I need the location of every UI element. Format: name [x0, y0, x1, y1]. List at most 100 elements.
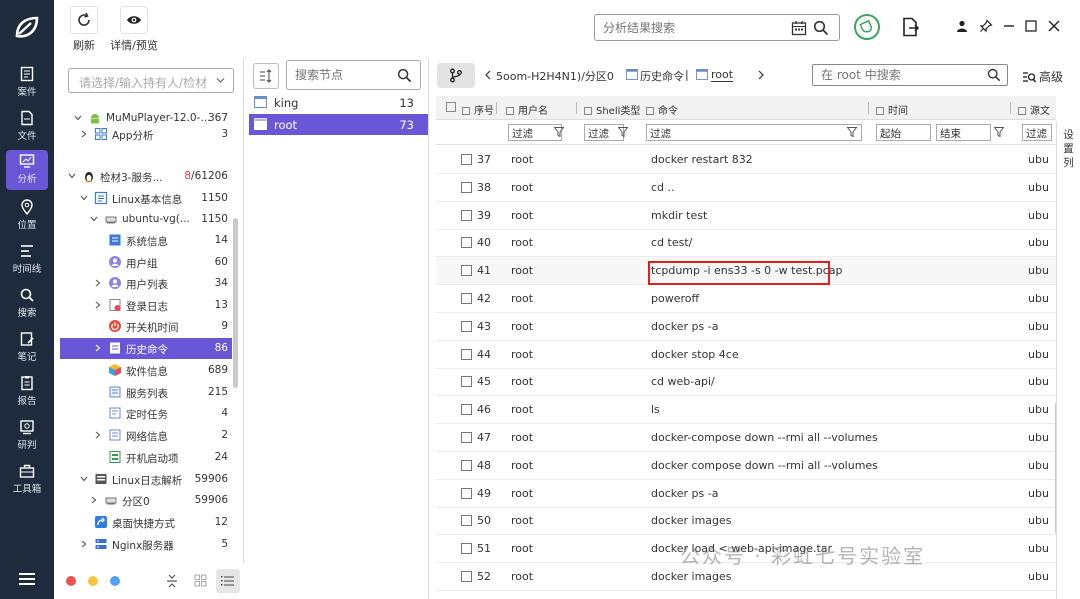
table-row[interactable]: 43 root docker ps -a ubu	[436, 313, 1056, 341]
breadcrumb-part[interactable]: 5oom-H2H4N1)/分区0	[496, 68, 614, 84]
chevron-right-icon[interactable]	[758, 70, 765, 80]
table-row[interactable]: 41 root tcpdump -i ens33 -s 0 -w test.pcap…	[436, 257, 1056, 286]
nav-item-notes[interactable]: 笔记	[6, 328, 48, 368]
row-checkbox[interactable]	[461, 404, 472, 416]
table-row[interactable]: 39 root mkdir test ubu	[436, 202, 1056, 230]
tree-item-network-info[interactable]: 网络信息 2	[60, 425, 232, 446]
nav-item-search[interactable]: 搜索	[6, 284, 48, 324]
calendar-icon[interactable]	[791, 20, 807, 36]
column-divider[interactable]	[1010, 102, 1011, 114]
row-checkbox[interactable]	[461, 293, 472, 304]
nav-item-toolbox[interactable]: 工具箱	[6, 460, 48, 500]
table-search-input[interactable]	[813, 65, 973, 85]
pin-icon[interactable]	[979, 19, 993, 33]
column-divider[interactable]	[576, 102, 577, 114]
tree-item-desktop-shortcuts[interactable]: 桌面快捷方式 12	[60, 512, 232, 533]
menu-icon[interactable]	[17, 571, 37, 587]
node-item-king[interactable]: king 13	[249, 92, 428, 113]
tree-item-system-info[interactable]: 系统信息 14	[60, 230, 232, 251]
table-row[interactable]: 47 root docker-compose down --rmi all --vo…	[436, 424, 1056, 452]
nav-item-judge[interactable]: 研判	[6, 416, 48, 456]
select-all-checkbox[interactable]	[446, 102, 460, 114]
col-cmd[interactable]: 命令	[646, 102, 678, 117]
nav-item-report[interactable]: 报告	[6, 372, 48, 412]
table-row[interactable]: 50 root docker images ubu	[436, 507, 1056, 536]
nav-item-file[interactable]: 文件	[6, 107, 48, 147]
row-checkbox[interactable]	[461, 487, 472, 499]
column-settings-button[interactable]: 设置列	[1056, 122, 1080, 599]
tree-item-software-info[interactable]: 软件信息 689	[60, 360, 232, 381]
row-checkbox[interactable]	[461, 459, 472, 471]
table-row[interactable]: 45 root cd web-api/ubu	[436, 368, 1056, 397]
col-shell[interactable]: Shell类型	[584, 102, 640, 117]
tree-item-power-time[interactable]: 开关机时间 9	[60, 316, 232, 337]
grid-view-icon[interactable]	[194, 574, 207, 587]
advanced-search-button[interactable]: 高级	[1022, 68, 1063, 85]
node-search-input[interactable]	[287, 61, 387, 89]
refresh-button[interactable]: 刷新	[68, 6, 100, 53]
filter-icon[interactable]	[618, 127, 628, 137]
blue-dot-icon[interactable]	[110, 576, 120, 586]
collapse-icon[interactable]	[166, 573, 178, 589]
filter-time-end[interactable]: 结束	[936, 124, 991, 141]
owner-select[interactable]: 请选择/输入持有人/检材	[68, 68, 234, 93]
col-user[interactable]: 用户名	[506, 102, 548, 117]
tree-item-ubuntu-vg[interactable]: ubuntu-vg(... 1150	[60, 209, 232, 230]
sort-button[interactable]	[253, 63, 279, 89]
column-divider[interactable]	[868, 102, 869, 114]
filter-icon[interactable]	[994, 127, 1004, 137]
filter-icon[interactable]	[847, 127, 857, 137]
maximize-icon[interactable]	[1024, 19, 1038, 33]
breadcrumb-part[interactable]: 历史命令	[640, 68, 684, 84]
filter-icon[interactable]	[554, 127, 564, 137]
table-row[interactable]: 49 root docker ps -a ubu	[436, 480, 1056, 508]
tree-item-app-analysis[interactable]: App分析 3	[60, 124, 232, 145]
col-time[interactable]: 时间	[876, 102, 908, 117]
breadcrumb-current[interactable]: root	[711, 68, 734, 82]
table-row[interactable]: 37 root docker restart 832 ubu	[436, 146, 1056, 174]
row-checkbox[interactable]	[461, 209, 472, 221]
row-checkbox[interactable]	[461, 154, 472, 165]
table-row[interactable]: 48 root docker compose down --rmi all --vo…	[436, 452, 1056, 480]
minimize-icon[interactable]	[1002, 19, 1016, 33]
column-divider[interactable]	[496, 102, 497, 114]
tree-scrollbar[interactable]	[233, 218, 238, 388]
table-row[interactable]: 38 root cd .. ubu	[436, 174, 1056, 202]
nav-item-timeline[interactable]: 时间线	[6, 240, 48, 280]
export-icon[interactable]	[902, 17, 920, 37]
chevron-left-icon[interactable]	[484, 70, 491, 80]
user-icon[interactable]	[955, 19, 969, 33]
nav-item-location[interactable]: 位置	[6, 196, 48, 236]
search-icon[interactable]	[397, 68, 412, 83]
tree-item-partition0[interactable]: 分区0 59906	[60, 490, 232, 511]
row-checkbox[interactable]	[461, 515, 472, 527]
search-icon[interactable]	[813, 20, 829, 36]
row-checkbox[interactable]	[461, 181, 472, 193]
nav-item-analysis[interactable]: 分析	[6, 150, 48, 190]
table-row[interactable]: 40 root cd test/ubu	[436, 229, 1056, 258]
tree-item-evidence3[interactable]: 检材3-服务... 8/61206	[60, 166, 232, 187]
search-icon[interactable]	[987, 68, 1001, 82]
shield-button[interactable]	[854, 14, 880, 40]
filter-cmd[interactable]: 过滤	[646, 124, 862, 141]
row-checkbox[interactable]	[461, 432, 472, 443]
tree-item-linux-log[interactable]: Linux日志解析 59906	[60, 469, 232, 490]
details-preview-button[interactable]: 详情/预览	[106, 6, 162, 53]
tree-item-login-log[interactable]: 登录日志 13	[60, 295, 232, 316]
filter-src[interactable]: 过滤	[1022, 124, 1052, 141]
row-checkbox[interactable]	[461, 543, 472, 555]
row-checkbox[interactable]	[461, 320, 472, 332]
yellow-dot-icon[interactable]	[88, 576, 98, 586]
row-checkbox[interactable]	[461, 265, 472, 277]
table-row[interactable]: 42 root poweroff ubu	[436, 285, 1056, 313]
tree-item-user-list[interactable]: 用户列表 34	[60, 273, 232, 294]
col-src[interactable]: 源文	[1018, 102, 1050, 117]
filter-time-start[interactable]: 起始	[876, 124, 931, 141]
red-dot-icon[interactable]	[66, 576, 76, 586]
table-row[interactable]: 44 root docker stop 4ce ubu	[436, 341, 1056, 369]
tree-item-linux-basic[interactable]: Linux基本信息 1150	[60, 188, 232, 209]
tree-item-cron-jobs[interactable]: 定时任务 4	[60, 403, 232, 424]
branch-button[interactable]	[437, 63, 475, 88]
tree-item-nginx[interactable]: Nginx服务器 5	[60, 534, 232, 555]
tree-item-history-commands[interactable]: 历史命令 86	[60, 338, 232, 359]
